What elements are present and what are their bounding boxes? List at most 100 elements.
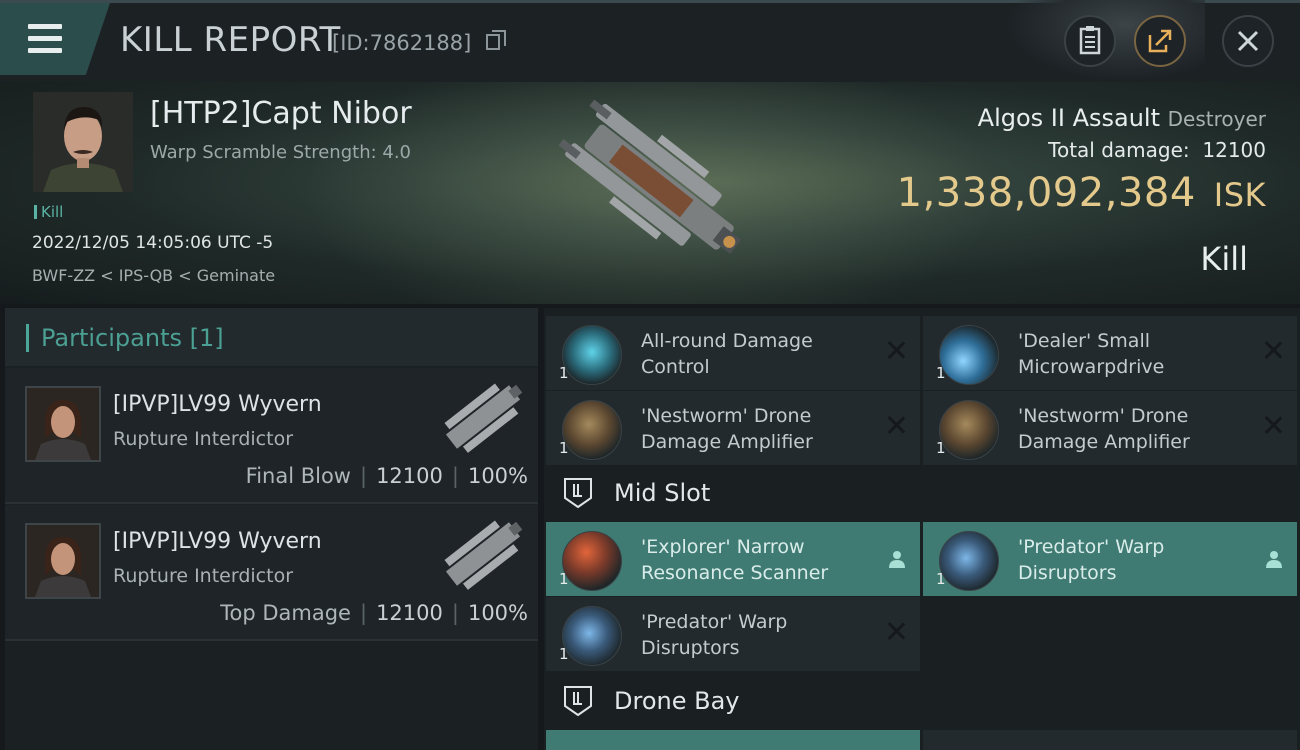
close-icon <box>1237 30 1259 52</box>
kill-location[interactable]: BWF-ZZ < IPS-QB < Geminate <box>32 266 275 285</box>
victim-ship[interactable]: Algos II Assault Destroyer <box>978 104 1266 132</box>
participants-panel: Participants [1] [IPVP]LV99 Wyvern Ruptu… <box>5 308 538 750</box>
module-name: 'Predator' Warp Disruptors <box>641 611 788 659</box>
participants-title: Participants [1] <box>41 324 224 352</box>
module-slot[interactable]: 1 'Nestworm' Drone Damage Amplifier <box>923 391 1297 465</box>
drone-bay-header: Drone Bay <box>544 676 1300 730</box>
module-slot[interactable]: 1 'Nestworm' Drone Damage Amplifier <box>546 391 920 465</box>
top-bar: KILL REPORT [ID:7862188] <box>0 0 1300 82</box>
mid-slot-icon <box>564 478 592 509</box>
destroyed-icon <box>1263 340 1283 360</box>
participant-portrait <box>27 388 99 460</box>
participant-stats: Final Blow | 12100 | 100% <box>246 464 528 488</box>
victim-avatar <box>33 92 133 192</box>
total-damage: Total damage: 12100 <box>1048 138 1266 162</box>
hamburger-icon-line <box>28 36 62 41</box>
drone-amplifier-icon <box>562 400 622 460</box>
participants-header-bar <box>26 324 29 352</box>
participant-role: Top Damage <box>220 601 351 625</box>
victim-ship-image[interactable] <box>528 90 778 300</box>
mid-slot-header: Mid Slot <box>544 468 1300 522</box>
victim-ship-name: Algos II Assault <box>977 104 1160 132</box>
warp-disruptor-icon <box>939 531 999 591</box>
module-quantity: 1 <box>936 439 946 457</box>
participant-percent: 100% <box>467 601 528 625</box>
fitting-panel: 1 All-round Damage Control 1 'Dealer' Sm… <box>544 308 1300 750</box>
participant-ship-image <box>444 520 523 590</box>
participant-row[interactable]: [IPVP]LV99 Wyvern Rupture Interdictor To… <box>5 505 538 641</box>
drone-bay-title: Drone Bay <box>614 687 740 715</box>
isk-unit: ISK <box>1213 176 1266 214</box>
module-quantity: 1 <box>936 570 946 588</box>
participant-avatar <box>25 523 101 599</box>
hamburger-icon-line <box>28 48 62 53</box>
module-name: 'Nestworm' Drone Damage Amplifier <box>1018 405 1190 453</box>
module-quantity: 1 <box>559 439 569 457</box>
module-slot[interactable]: 1 'Predator' Warp Disruptors <box>923 522 1297 596</box>
module-name: 'Dealer' Small Microwarpdrive <box>1018 330 1165 378</box>
dropped-person-icon <box>889 551 905 568</box>
drone-slot[interactable] <box>923 730 1297 750</box>
mid-slot-title: Mid Slot <box>614 479 711 507</box>
destroyed-icon <box>886 621 906 641</box>
stat-divider: | <box>451 464 459 488</box>
warp-scramble-strength: Warp Scramble Strength: 4.0 <box>150 142 412 163</box>
module-name: 'Predator' Warp Disruptors <box>1018 536 1165 584</box>
stat-divider: | <box>451 601 459 625</box>
module-slot[interactable]: 1 'Predator' Warp Disruptors <box>546 597 920 671</box>
clipboard-icon <box>1079 26 1101 55</box>
destroyed-icon <box>886 415 906 435</box>
destroyed-icon <box>886 340 906 360</box>
module-name: 'Explorer' Narrow Resonance Scanner <box>641 536 829 584</box>
copy-icon[interactable] <box>486 30 506 50</box>
scanner-icon <box>562 531 622 591</box>
total-damage-value: 12100 <box>1202 138 1266 162</box>
drone-amplifier-icon <box>939 400 999 460</box>
victim-name[interactable]: [HTP2]Capt Nibor <box>150 96 412 131</box>
share-icon <box>1148 29 1172 53</box>
kill-datetime: 2022/12/05 14:05:06 UTC -5 <box>32 233 274 253</box>
stat-divider: | <box>359 601 368 625</box>
destroyed-icon <box>1263 415 1283 435</box>
module-slot[interactable]: 1 'Explorer' Narrow Resonance Scanner <box>546 522 920 596</box>
drone-slot[interactable] <box>546 730 920 750</box>
victim-portrait[interactable] <box>33 92 133 192</box>
stat-divider: | <box>359 464 368 488</box>
victim-ship-class: Destroyer <box>1167 107 1266 131</box>
isk-amount: 1,338,092,384 <box>896 170 1196 216</box>
participant-ship: Rupture Interdictor <box>113 565 293 587</box>
participant-stats: Top Damage | 12100 | 100% <box>220 601 528 625</box>
close-button[interactable] <box>1222 15 1274 67</box>
participant-role: Final Blow <box>245 464 351 488</box>
module-quantity: 1 <box>559 364 569 382</box>
module-slot[interactable]: 1 'Dealer' Small Microwarpdrive <box>923 316 1297 390</box>
participant-ship-image <box>444 383 523 453</box>
report-id: [ID:7862188] <box>332 31 472 55</box>
result-label: Kill <box>1200 240 1248 278</box>
victim-banner: [HTP2]Capt Nibor Warp Scramble Strength:… <box>0 82 1300 304</box>
hamburger-icon <box>28 24 62 29</box>
participant-row[interactable]: [IPVP]LV99 Wyvern Rupture Interdictor Fi… <box>5 368 538 504</box>
participant-portrait <box>27 525 99 597</box>
kill-tag-label: Kill <box>41 203 64 221</box>
module-name: All-round Damage Control <box>641 330 813 378</box>
isk-value: 1,338,092,384 ISK <box>897 170 1266 216</box>
drone-bay-icon <box>564 686 592 717</box>
participant-ship: Rupture Interdictor <box>113 428 293 450</box>
damage-control-icon <box>562 325 622 385</box>
microwarpdrive-icon <box>939 325 999 385</box>
page-title: KILL REPORT <box>120 20 341 60</box>
module-quantity: 1 <box>559 645 569 663</box>
module-slot[interactable]: 1 All-round Damage Control <box>546 316 920 390</box>
participant-damage: 12100 <box>376 464 443 488</box>
participant-percent: 100% <box>467 464 528 488</box>
participant-name: [IPVP]LV99 Wyvern <box>113 392 322 417</box>
share-button[interactable] <box>1134 15 1186 67</box>
menu-button[interactable] <box>0 3 110 75</box>
warp-disruptor-icon <box>562 606 622 666</box>
module-name: 'Nestworm' Drone Damage Amplifier <box>641 405 813 453</box>
participants-header[interactable]: Participants [1] <box>5 308 538 366</box>
participant-avatar <box>25 386 101 462</box>
clipboard-button[interactable] <box>1064 15 1116 67</box>
participant-name: [IPVP]LV99 Wyvern <box>113 529 322 554</box>
